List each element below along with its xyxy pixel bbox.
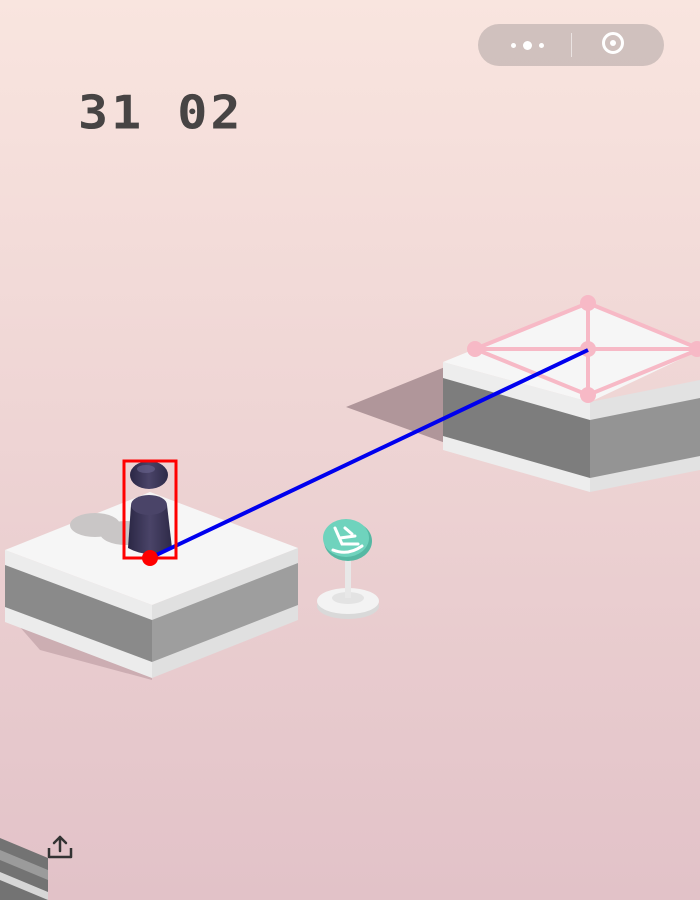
more-menu-button[interactable] [478, 24, 571, 66]
player-piece [128, 461, 172, 554]
more-dots-icon [511, 41, 545, 50]
share-button[interactable] [45, 834, 75, 862]
record-button[interactable] [572, 24, 665, 66]
share-upload-icon [47, 835, 73, 859]
score-display: 31 02 [78, 86, 244, 140]
player-anchor-point [142, 550, 158, 566]
mini-program-capsule [478, 24, 664, 66]
